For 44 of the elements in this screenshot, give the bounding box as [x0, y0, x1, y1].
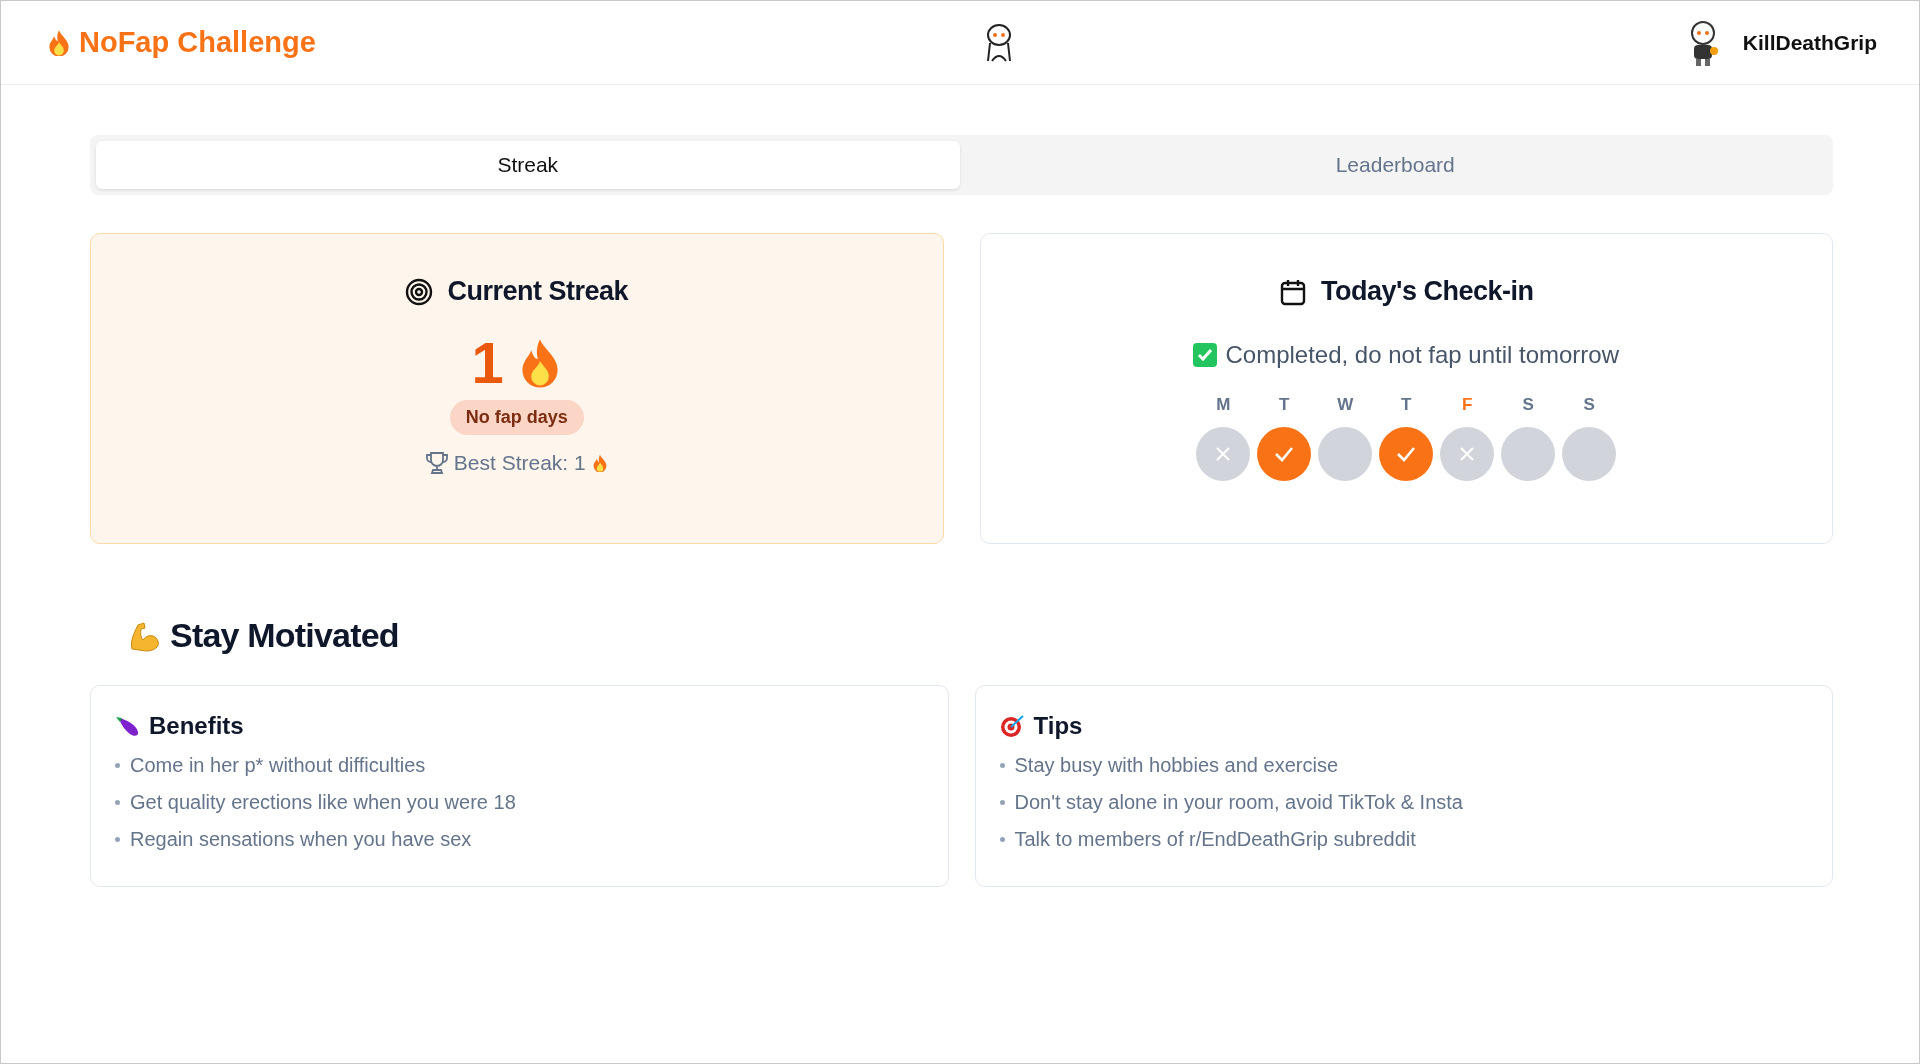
day-label: M [1216, 395, 1231, 415]
day-label: T [1401, 395, 1412, 415]
day-label: T [1279, 395, 1290, 415]
section-heading: Stay Motivated [170, 616, 399, 655]
target-icon [405, 277, 434, 306]
dart-target-icon [999, 714, 1026, 738]
day-label: S [1522, 395, 1534, 415]
card-title: Benefits [149, 712, 244, 740]
check-icon [1396, 446, 1417, 462]
check-icon [1274, 446, 1295, 462]
bullet-icon [115, 763, 120, 768]
list-item: Get quality erections like when you were 18 [130, 791, 516, 814]
username: KillDeathGrip [1742, 30, 1877, 55]
checkin-status: Completed, do not fap until tomorrow [1225, 341, 1619, 369]
card-title: Today's Check-in [1321, 276, 1534, 307]
trophy-icon [425, 451, 448, 475]
card-title: Current Streak [447, 276, 629, 307]
tab[interactable]: Leaderboard [963, 141, 1827, 189]
cross-icon [1215, 446, 1232, 462]
best-streak: Best Streak: 1 [453, 451, 586, 475]
streak-count: 1 [471, 329, 504, 396]
day-label: F [1462, 395, 1473, 415]
flame-icon [47, 28, 71, 57]
flame-icon [591, 453, 608, 473]
bullet-icon [999, 763, 1005, 768]
list-item: Don't stay alone in your room, avoid TikTok & Insta [1014, 791, 1463, 814]
bullet-icon [999, 800, 1005, 805]
day-label: W [1337, 395, 1354, 415]
day-label: S [1583, 395, 1595, 415]
list-item: Come in her p* without difficulties [130, 754, 426, 777]
list-item: Regain sensations when you have sex [130, 828, 472, 851]
cross-icon [1459, 446, 1476, 462]
bullet-icon [999, 837, 1005, 842]
list-item: Stay busy with hobbies and exercise [1014, 754, 1338, 777]
app-title[interactable]: NoFap Challenge [79, 26, 316, 59]
list-item: Talk to members of r/EndDeathGrip subreddit [1014, 828, 1416, 851]
eggplant-icon [115, 715, 141, 737]
bullet-icon [115, 837, 120, 842]
check-mark-icon [1193, 343, 1218, 367]
tab[interactable]: Streak [96, 141, 960, 189]
bullet-icon [115, 800, 120, 805]
calendar-icon [1279, 277, 1307, 306]
streak-unit-badge: No fap days [449, 400, 584, 435]
card-title: Tips [1033, 712, 1083, 740]
